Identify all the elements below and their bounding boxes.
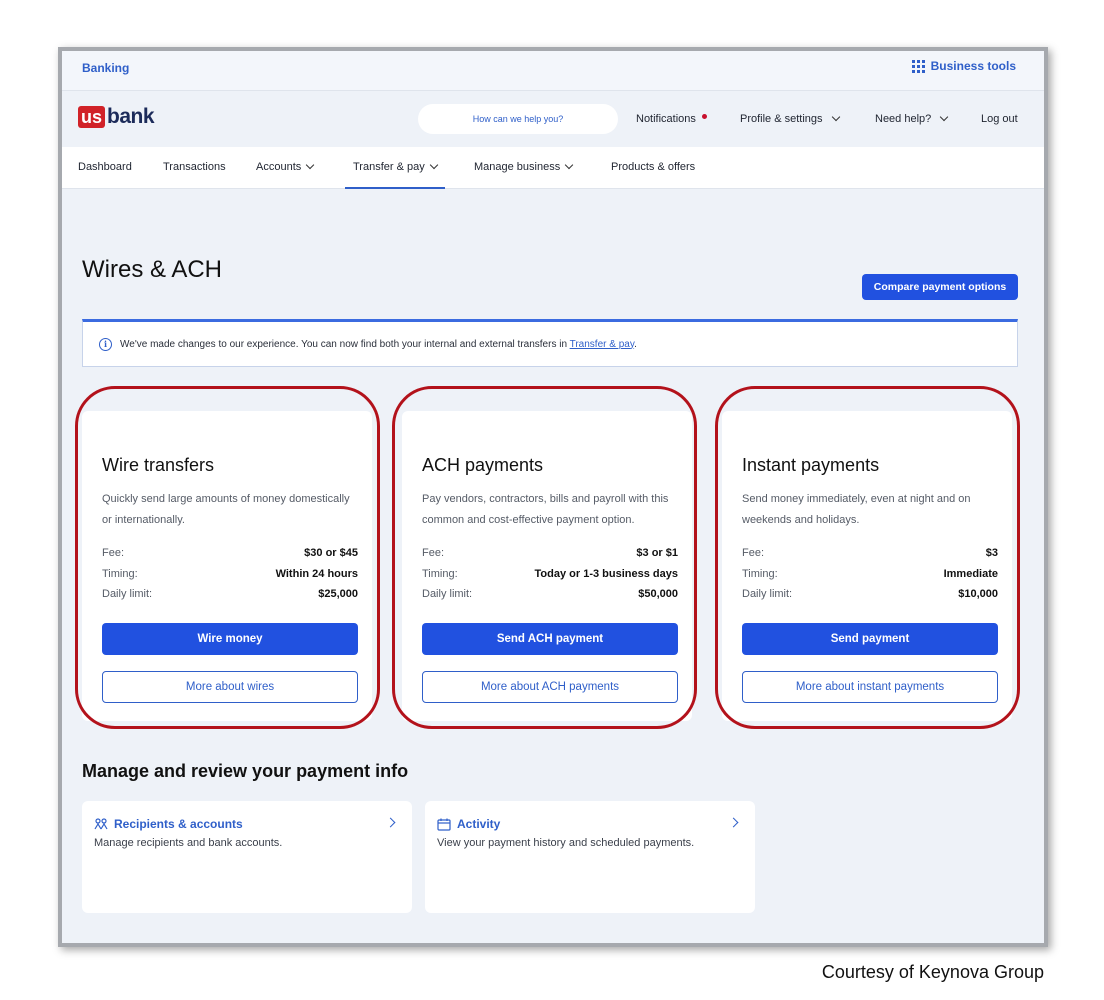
need-help-menu[interactable]: Need help? [875,112,949,125]
section-title: Manage and review your payment info [82,761,409,781]
fee-value: $30 or $45 [304,547,358,559]
search-input[interactable] [418,104,618,134]
nav-transactions[interactable]: Transactions [163,161,226,173]
recipients-accounts-desc: Manage recipients and bank accounts. [94,837,283,849]
banner-text: We've made changes to our experience. Yo… [120,338,570,350]
courtesy-caption: Courtesy of Keynova Group [821,962,1044,982]
timing-label: Timing: [102,568,138,580]
fee-label: Fee: [422,547,445,559]
daily-limit-value: $25,000 [318,588,358,600]
business-tools-label: Business tools [930,59,1016,73]
usbank-logo[interactable]: us bank [78,105,155,129]
chevron-down-icon [306,160,315,170]
logo-us: us [78,106,106,128]
nav-manage-business[interactable]: Manage business [474,160,574,173]
page-title: Wires & ACH [82,256,223,283]
nav-transfer-pay[interactable]: Transfer & pay [345,160,445,189]
compare-payment-options-button[interactable]: Compare payment options [862,274,1018,300]
recipients-accounts-title: Recipients & accounts [114,817,243,831]
daily-limit-row: Daily limit: $50,000 [422,588,678,600]
daily-limit-row: Daily limit: $10,000 [742,588,998,600]
chevron-down-icon [564,160,574,170]
fee-value: $3 or $1 [636,547,678,559]
grid-icon [911,59,925,73]
nav-accounts-label: Accounts [256,161,302,173]
fee-label: Fee: [102,547,125,559]
daily-limit-label: Daily limit: [742,588,793,600]
logo-bank: bank [107,105,155,128]
card-description: Pay vendors, contractors, bills and payr… [422,493,669,526]
recipients-accounts-link[interactable]: Recipients & accounts [94,817,243,831]
fee-label: Fee: [742,547,765,559]
nav-transfer-pay-label: Transfer & pay [353,161,425,173]
recipients-accounts-card[interactable]: Recipients & accounts Manage recipients … [82,801,412,913]
card-title: ACH payments [422,455,544,475]
daily-limit-value: $10,000 [958,588,998,600]
wire-money-button[interactable]: Wire money [102,623,358,655]
timing-value: Immediate [943,568,998,580]
card-description: Send money immediately, even at night an… [742,493,971,526]
logout-link[interactable]: Log out [981,113,1018,125]
fee-value: $3 [985,547,998,559]
header: us bank Notifications Profile & settings… [62,91,1044,147]
nav-products-offers[interactable]: Products & offers [611,161,695,173]
more-about-instant-button[interactable]: More about instant payments [742,671,998,703]
calendar-icon [437,818,451,831]
activity-desc: View your payment history and scheduled … [437,837,695,849]
notification-dot [701,113,707,119]
wire-transfers-card: Wire transfers Quickly send large amount… [82,411,372,721]
browser-frame: Banking Business tools us bank Notificat… [58,47,1048,947]
fee-row: Fee: $30 or $45 [102,547,358,559]
need-help-label: Need help? [875,113,932,125]
timing-label: Timing: [422,568,458,580]
people-icon [94,817,108,829]
send-payment-button[interactable]: Send payment [742,623,998,655]
daily-limit-label: Daily limit: [102,588,153,600]
timing-value: Today or 1-3 business days [534,568,678,580]
daily-limit-row: Daily limit: $25,000 [102,588,358,600]
timing-row: Timing: Immediate [742,568,998,580]
card-title: Instant payments [742,455,880,475]
card-title: Wire transfers [102,455,215,475]
send-ach-payment-button[interactable]: Send ACH payment [422,623,678,655]
notifications-label: Notifications [636,113,696,125]
chevron-down-icon [429,160,438,170]
profile-settings-menu[interactable]: Profile & settings [740,112,840,125]
card-description: Quickly send large amounts of money dome… [102,493,350,526]
chevron-right-icon [728,817,739,828]
instant-payments-card: Instant payments Send money immediately,… [722,411,1012,721]
timing-row: Timing: Within 24 hours [102,568,358,580]
nav-manage-business-label: Manage business [474,161,561,173]
timing-label: Timing: [742,568,778,580]
main-nav: Dashboard Transactions Accounts Transfer… [62,147,1044,189]
chevron-down-icon [831,112,840,122]
top-strip: Banking Business tools [62,51,1044,91]
nav-accounts[interactable]: Accounts [256,160,315,173]
banner-end: . [634,338,637,350]
daily-limit-value: $50,000 [638,588,678,600]
timing-value: Within 24 hours [275,568,358,580]
more-about-wires-button[interactable]: More about wires [102,671,358,703]
business-tools-link[interactable]: Business tools [911,59,1016,73]
info-banner: i We've made changes to our experience. … [82,319,1018,367]
banking-link[interactable]: Banking [82,61,129,75]
transfer-pay-link[interactable]: Transfer & pay [570,339,634,350]
notifications-link[interactable]: Notifications [636,113,707,125]
fee-row: Fee: $3 [742,547,998,559]
more-about-ach-button[interactable]: More about ACH payments [422,671,678,703]
daily-limit-label: Daily limit: [422,588,473,600]
banner-message: We've made changes to our experience. Yo… [120,339,637,350]
fee-row: Fee: $3 or $1 [422,547,678,559]
nav-dashboard[interactable]: Dashboard [78,161,132,173]
activity-link[interactable]: Activity [437,817,500,831]
activity-title: Activity [457,817,501,831]
activity-card[interactable]: Activity View your payment history and s… [425,801,755,913]
chevron-right-icon [385,817,396,828]
ach-payments-card: ACH payments Pay vendors, contractors, b… [402,411,692,721]
chevron-down-icon [940,112,949,122]
info-icon: i [99,337,112,351]
profile-settings-label: Profile & settings [740,113,823,125]
timing-row: Timing: Today or 1-3 business days [422,568,678,580]
